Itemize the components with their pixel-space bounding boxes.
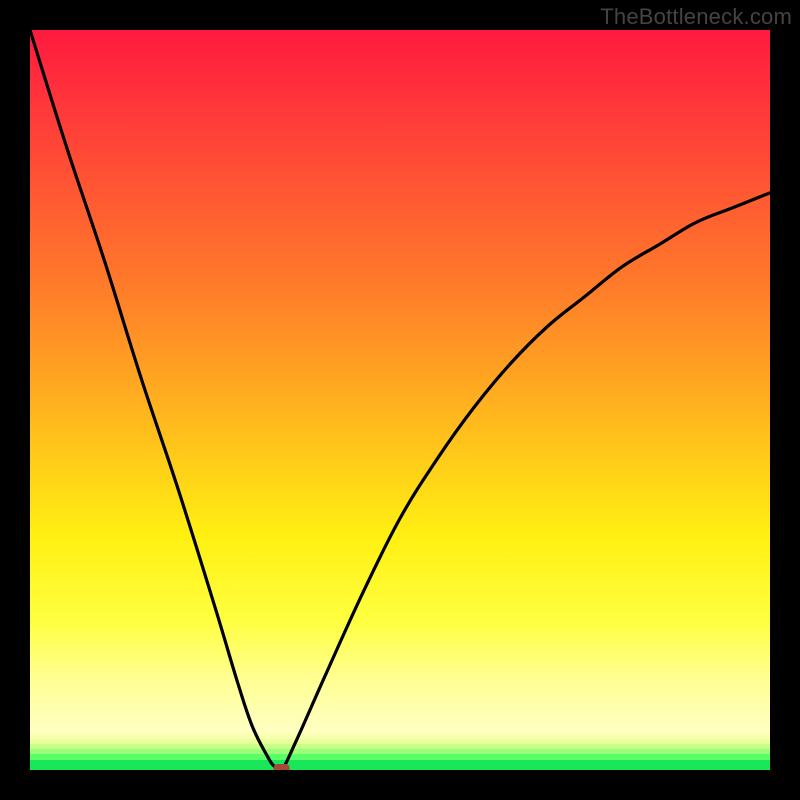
bottleneck-curve	[30, 30, 770, 770]
curve-svg	[30, 30, 770, 770]
minimum-marker	[274, 764, 290, 770]
plot-area	[30, 30, 770, 770]
chart-frame: TheBottleneck.com	[0, 0, 800, 800]
watermark-label: TheBottleneck.com	[600, 4, 792, 30]
